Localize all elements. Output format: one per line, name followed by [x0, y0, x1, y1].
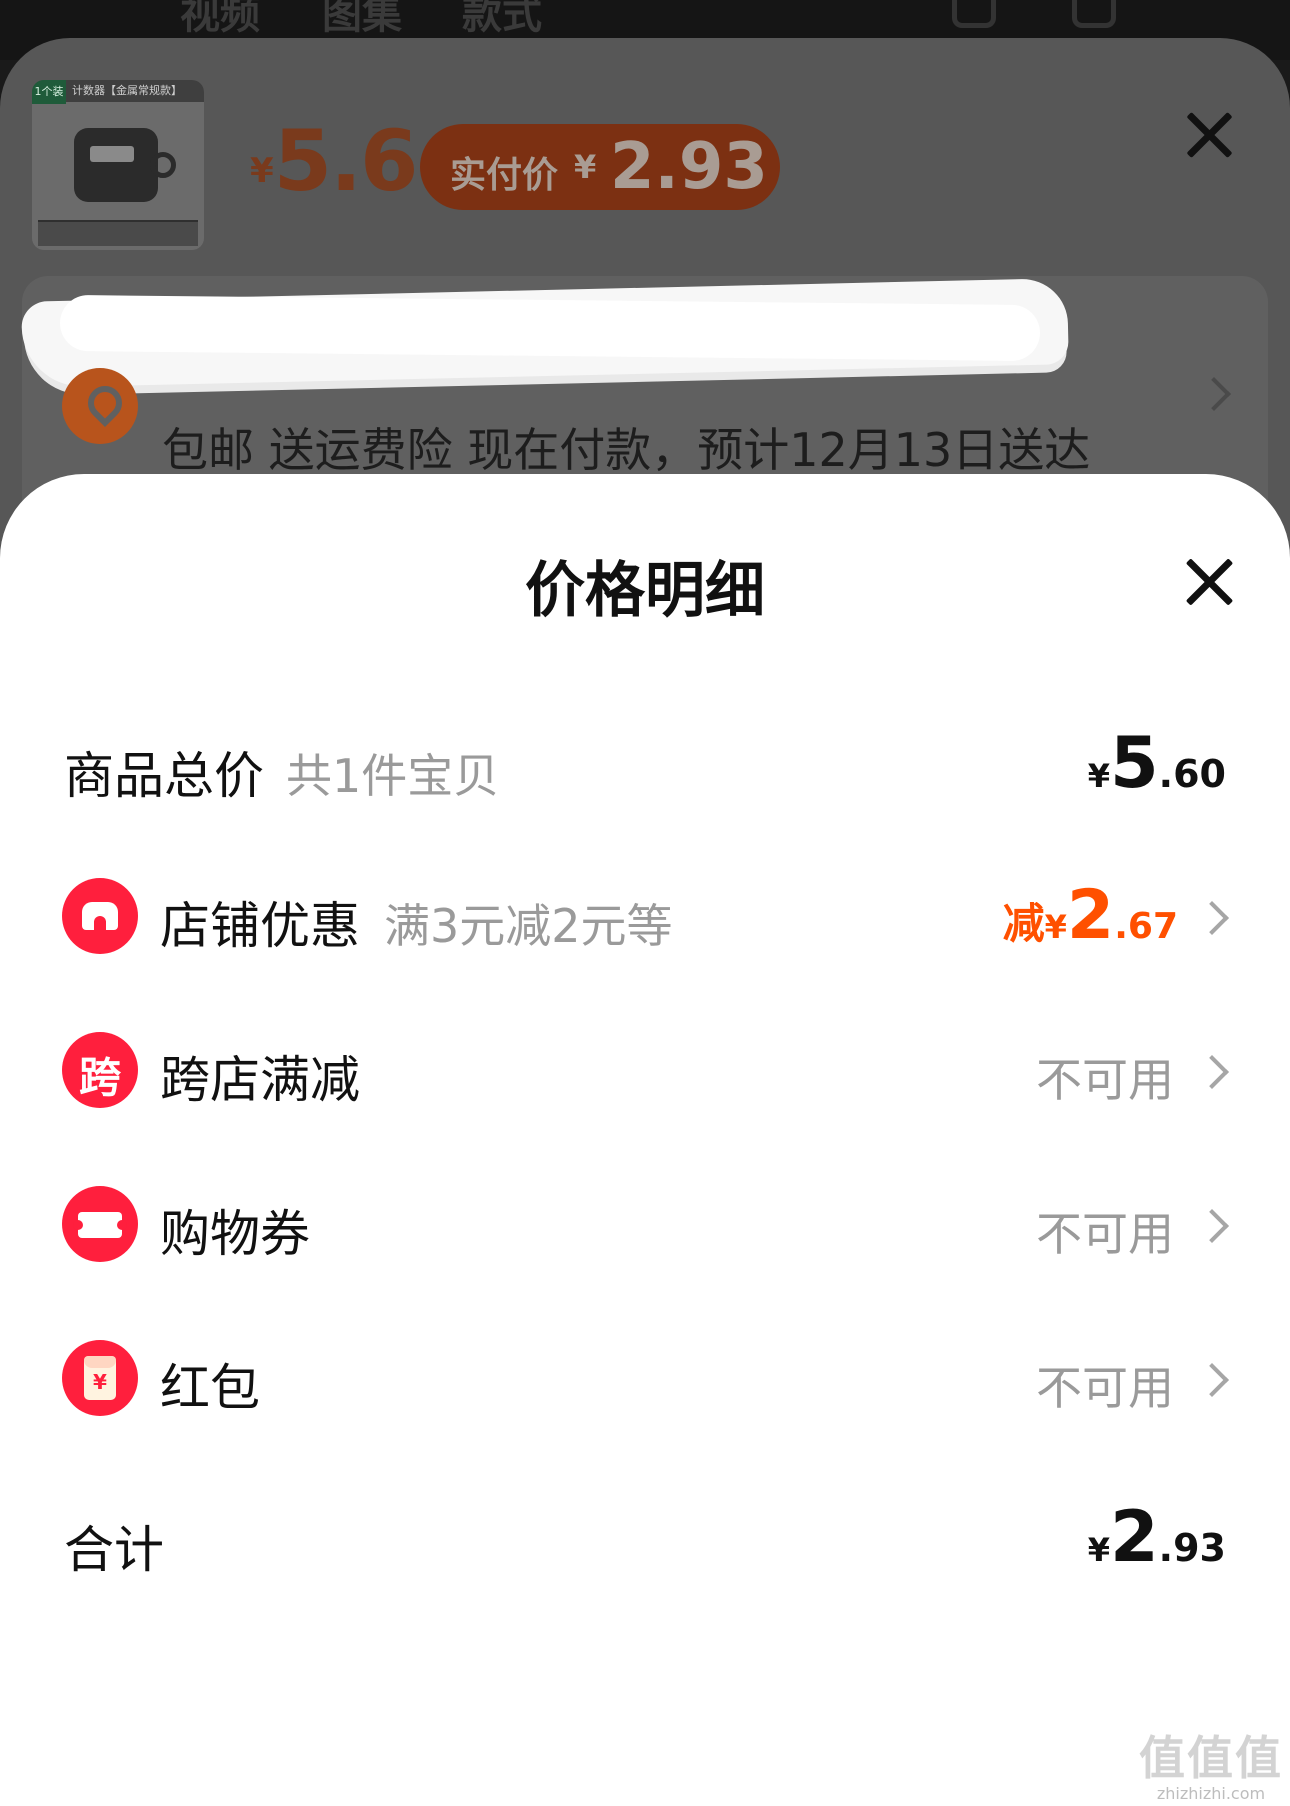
spec-table-image [38, 220, 198, 246]
row-total-goods: 商品总价 共1件宝贝 ¥5.60 [0, 712, 1290, 822]
sheet-title: 价格明细 [525, 556, 765, 626]
redacted-address-stroke [59, 294, 1041, 362]
chevron-right-icon [1195, 1055, 1229, 1089]
paid-price-pill: 实付价 ¥ 2.93 [420, 124, 780, 210]
total-amount: ¥2.93 [1087, 1496, 1226, 1578]
row-label: 跨店满减 [160, 1051, 360, 1109]
paid-price-label: 实付价 [450, 155, 559, 196]
row-label: 店铺优惠 [160, 897, 360, 955]
status-unavailable: 不可用 [1036, 1053, 1174, 1107]
item-count: 共1件宝贝 [286, 749, 500, 803]
status-unavailable: 不可用 [1036, 1361, 1174, 1415]
discount-rule: 满3元减2元等 [384, 899, 673, 953]
row-total: 合计 ¥2.93 [0, 1486, 1290, 1596]
row-label: 合计 [64, 1521, 164, 1579]
shipping-info: 包邮 送运费险 现在付款，预计12月13日送达 [162, 423, 1091, 477]
price-detail-sheet [0, 474, 1290, 1806]
ticket-icon [62, 1186, 138, 1262]
share-icon[interactable] [952, 0, 996, 28]
chevron-right-icon [1195, 1209, 1229, 1243]
row-cross-store[interactable]: 跨 跨店满减 不可用 [0, 1016, 1290, 1126]
thumbnail-badge: 1个装 [32, 80, 66, 104]
row-shopping-coupon[interactable]: 购物券 不可用 [0, 1170, 1290, 1280]
red-packet-icon: ¥ [62, 1340, 138, 1416]
row-label: 红包 [160, 1359, 260, 1417]
shop-icon [62, 878, 138, 954]
counter-ring-image [150, 152, 176, 178]
tab-gallery[interactable]: 图集 [322, 0, 402, 40]
goods-amount: ¥5.60 [1087, 722, 1226, 804]
counter-image [74, 128, 158, 202]
cart-icon[interactable] [1072, 0, 1116, 28]
row-shop-discount[interactable]: 店铺优惠 满3元减2元等 减¥2.67 [0, 862, 1290, 972]
tab-video[interactable]: 视频 [180, 0, 260, 40]
discount-amount: 减¥2.67 [1002, 876, 1178, 955]
panel-close-icon[interactable] [1184, 110, 1234, 160]
location-pin-icon [62, 368, 138, 444]
chevron-right-icon [1195, 901, 1229, 935]
site-watermark: 值值值 zhizhizhi.com [1139, 1731, 1283, 1803]
product-price: ¥5.6 [250, 112, 418, 210]
row-label: 购物券 [160, 1205, 310, 1263]
cross-store-icon: 跨 [62, 1032, 138, 1108]
paid-price-value: 2.93 [610, 130, 768, 204]
product-thumbnail: 计数器【金属常规款】 1个装 [32, 80, 204, 250]
close-icon[interactable] [1184, 556, 1236, 608]
tab-style[interactable]: 款式 [462, 0, 542, 40]
status-unavailable: 不可用 [1036, 1207, 1174, 1261]
row-red-packet[interactable]: ¥ 红包 不可用 [0, 1324, 1290, 1434]
chevron-right-icon [1195, 1363, 1229, 1397]
row-label: 商品总价 [64, 747, 264, 805]
